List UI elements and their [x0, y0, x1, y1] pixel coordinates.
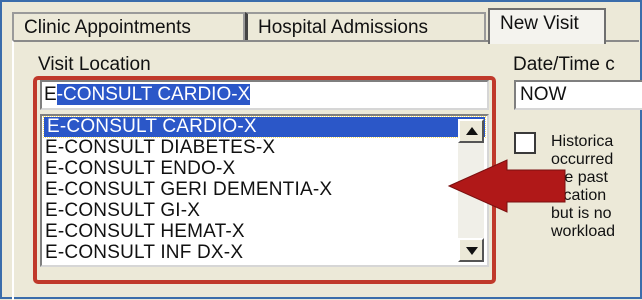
tab-hospital-admissions[interactable]: Hospital Admissions — [245, 12, 486, 42]
historical-line: Historica — [551, 133, 614, 150]
highlight-annotation — [33, 76, 496, 284]
callout-arrow-icon — [447, 159, 566, 213]
date-time-label: Date/Time c — [513, 54, 615, 75]
tab-new-visit[interactable]: New Visit — [488, 8, 606, 44]
visit-location-label: Visit Location — [38, 54, 151, 75]
tab-clinic-appointments[interactable]: Clinic Appointments — [12, 12, 245, 42]
window-frame: Clinic Appointments Hospital Admissions … — [0, 0, 642, 300]
historical-line: workload — [551, 223, 616, 240]
historical-checkbox[interactable] — [514, 132, 536, 154]
date-time-input[interactable]: NOW — [514, 80, 642, 110]
